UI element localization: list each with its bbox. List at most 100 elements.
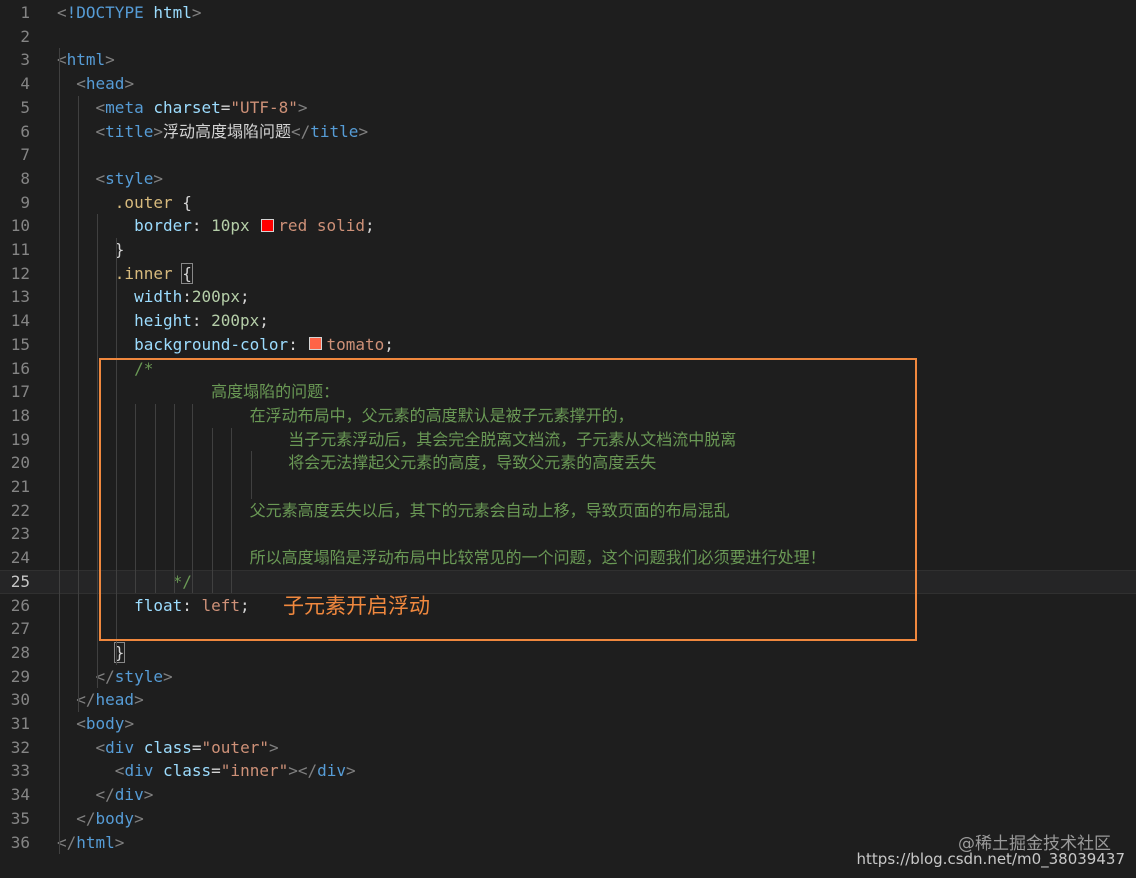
watermark-url: https://blog.csdn.net/m0_38039437 (856, 850, 1125, 868)
code-token: class (162, 761, 212, 781)
color-swatch[interactable] (261, 218, 275, 232)
line-number: 17 (10, 382, 30, 402)
line-number: 6 (20, 121, 30, 141)
line-number: 19 (10, 429, 30, 449)
code-token: style (114, 666, 163, 686)
code-line[interactable]: 5 <meta charset="UTF-8"> (0, 96, 1136, 120)
code-token: > (124, 714, 135, 733)
code-token: </ (76, 808, 96, 828)
line-number: 11 (10, 240, 30, 259)
line-number: 32 (10, 737, 30, 757)
code-token: < (95, 737, 106, 757)
code-token: background-color (134, 334, 289, 354)
code-line[interactable]: 34 </div> (0, 783, 1136, 807)
line-code: </html> (57, 831, 124, 855)
code-line[interactable]: 12 .inner { (0, 262, 1136, 286)
line-number: 13 (10, 287, 30, 307)
code-token: } (57, 240, 125, 259)
code-token: > (358, 121, 369, 141)
code-token: > (153, 121, 163, 141)
code-line[interactable]: 35 </body> (0, 807, 1136, 831)
code-token: < (76, 74, 86, 94)
line-code: background-color: tomato; (57, 333, 394, 357)
code-token: > (346, 761, 356, 781)
code-token: ; (384, 334, 394, 354)
code-token: > (162, 666, 173, 686)
code-token: head (95, 690, 135, 710)
code-line[interactable]: 11 } (0, 238, 1136, 262)
code-line[interactable]: 28 } (0, 641, 1136, 665)
code-line[interactable]: 13 width:200px; (0, 285, 1136, 309)
line-code: border: 10px red solid; (57, 214, 375, 238)
highlight-box (99, 358, 917, 641)
code-line[interactable]: 15 background-color: tomato; (0, 333, 1136, 357)
line-number: 12 (10, 263, 30, 283)
code-token: > (153, 168, 163, 188)
code-line[interactable]: 30 </head> (0, 688, 1136, 712)
code-line[interactable]: 9 .outer { (0, 191, 1136, 215)
code-token: head (85, 74, 125, 94)
line-number: 35 (10, 808, 30, 828)
indent-guide (78, 95, 79, 712)
code-token: body (85, 714, 125, 733)
code-line[interactable]: 14 height: 200px; (0, 309, 1136, 333)
code-line[interactable]: 10 border: 10px red solid; (0, 214, 1136, 238)
code-line[interactable]: 2 (0, 25, 1136, 49)
code-token: title (105, 121, 154, 141)
code-token: 200px (191, 287, 241, 307)
line-code: </body> (57, 807, 143, 831)
line-number: 15 (10, 334, 30, 354)
code-token: class (143, 737, 192, 757)
code-line[interactable]: 8 <style> (0, 167, 1136, 191)
code-line[interactable]: 31 <body> (0, 712, 1136, 736)
code-token: charset (153, 97, 221, 117)
code-line[interactable]: 1 <!DOCTYPE html> (0, 1, 1136, 25)
code-token: </ (95, 785, 115, 805)
line-number: 27 (10, 619, 30, 639)
code-token: "inner" (220, 761, 289, 781)
line-code: <div class="inner"></div> (57, 759, 356, 783)
line-code: <body> (57, 712, 134, 736)
code-token: < (95, 97, 106, 117)
code-token: .inner (114, 263, 173, 283)
line-number: 36 (10, 832, 30, 852)
indent-guide (97, 214, 98, 689)
code-token: 200px (211, 311, 260, 331)
code-line[interactable]: 6 <title>浮动高度塌陷问题</title> (0, 120, 1136, 144)
code-token: ; (365, 216, 375, 236)
code-token: < (95, 168, 106, 188)
code-token: 浮动高度塌陷问题 (162, 121, 291, 141)
line-code: } (57, 238, 125, 262)
line-number: 28 (10, 642, 30, 662)
code-line[interactable]: 3 <html> (0, 48, 1136, 72)
color-swatch[interactable] (309, 337, 323, 351)
code-token: div (124, 761, 154, 781)
line-number: 24 (10, 548, 30, 568)
code-line[interactable]: 29 </style> (0, 665, 1136, 689)
code-line[interactable]: 4 <head> (0, 72, 1136, 96)
line-number: 25 (10, 571, 30, 591)
code-token: .outer (114, 192, 173, 212)
line-code: } (57, 641, 126, 665)
code-token: { (172, 192, 192, 212)
line-number: 10 (10, 216, 30, 236)
code-line[interactable]: 32 <div class="outer"> (0, 736, 1136, 760)
line-number: 2 (20, 26, 30, 46)
code-token: </ (95, 666, 115, 686)
code-line[interactable]: 7 (0, 143, 1136, 167)
line-number: 3 (20, 50, 30, 70)
line-number: 34 (10, 785, 30, 805)
code-line[interactable]: 33 <div class="inner"></div> (0, 759, 1136, 783)
line-number: 4 (20, 74, 30, 94)
